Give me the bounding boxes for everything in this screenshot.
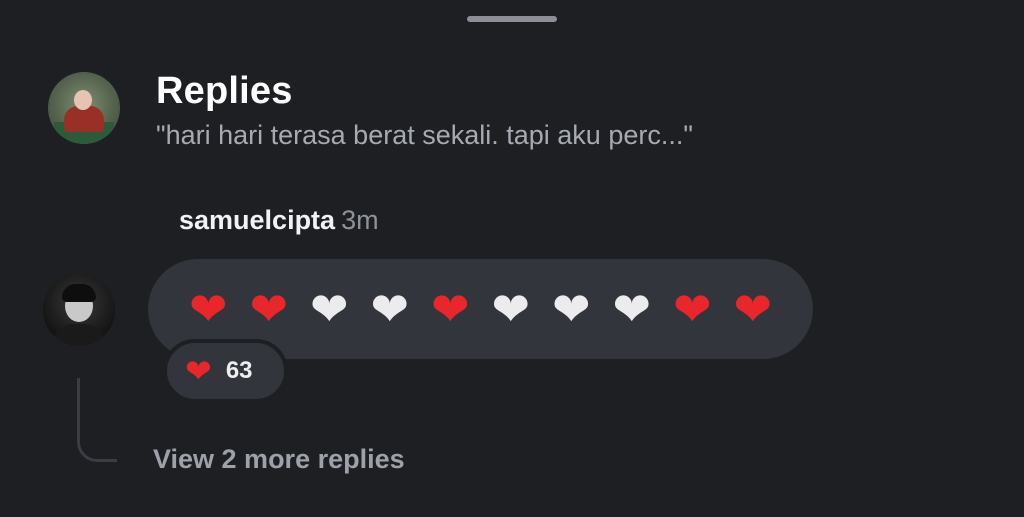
reply-author-line: samuelcipta 3m	[179, 205, 379, 236]
reply-author-name[interactable]: samuelcipta	[179, 205, 335, 235]
thread-connector-line	[77, 378, 117, 462]
reaction-pill[interactable]: ❤ 63	[163, 339, 288, 403]
avatar-photo-head	[74, 90, 92, 110]
replies-sheet: Replies "hari hari terasa berat sekali. …	[0, 0, 1024, 517]
red-heart-icon: ❤	[430, 282, 470, 336]
drag-handle[interactable]	[467, 16, 557, 22]
quoted-post-preview[interactable]: "hari hari terasa berat sekali. tapi aku…	[156, 120, 693, 151]
red-heart-icon: ❤	[733, 282, 773, 336]
avatar-photo-shirt	[53, 324, 105, 346]
red-heart-icon: ❤	[188, 282, 228, 336]
red-heart-icon: ❤	[249, 282, 289, 336]
red-heart-icon: ❤	[672, 282, 712, 336]
white-heart-icon: ❤	[491, 282, 531, 336]
avatar-photo-hair	[62, 284, 96, 302]
heart-emoji-row: ❤ ❤ ❤ ❤ ❤ ❤ ❤ ❤ ❤ ❤	[178, 286, 783, 332]
white-heart-icon: ❤	[551, 282, 591, 336]
original-poster-avatar[interactable]	[48, 72, 120, 144]
red-heart-icon: ❤	[185, 352, 212, 390]
reply-timestamp: 3m	[341, 205, 379, 235]
reaction-count: 63	[225, 357, 253, 384]
reply-author-avatar[interactable]	[43, 274, 115, 346]
view-more-replies-link[interactable]: View 2 more replies	[153, 444, 405, 475]
page-title: Replies	[156, 70, 293, 112]
white-heart-icon: ❤	[309, 282, 349, 336]
white-heart-icon: ❤	[612, 282, 652, 336]
white-heart-icon: ❤	[370, 282, 410, 336]
